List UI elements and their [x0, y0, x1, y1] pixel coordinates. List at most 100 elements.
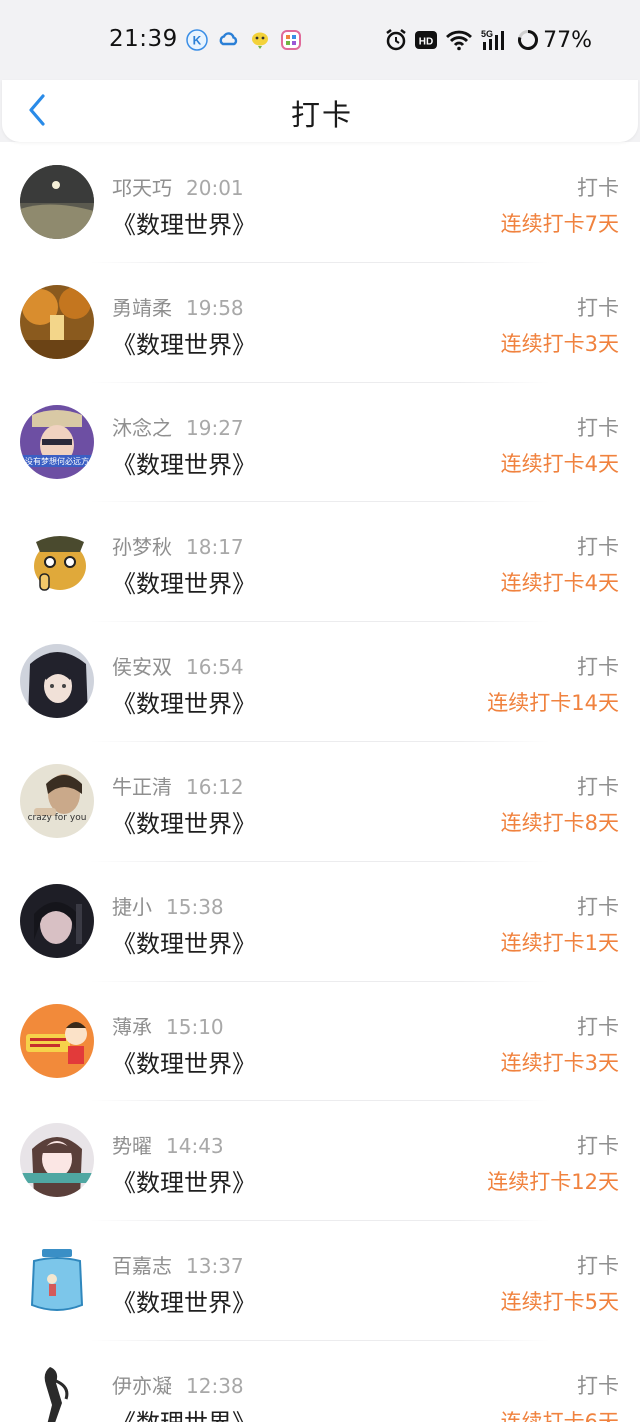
checkin-time: 15:38 — [166, 894, 224, 919]
alarm-icon — [386, 29, 406, 51]
book-title: 《数理世界》 — [112, 211, 256, 239]
user-name[interactable]: 牛正清 — [112, 775, 172, 799]
book-title: 《数理世界》 — [112, 1169, 256, 1198]
checkin-time: 16:54 — [186, 655, 244, 680]
checkin-time: 18:17 — [186, 535, 244, 560]
book-title: 《数理世界》 — [112, 1049, 256, 1078]
user-meta: 牛正清 16:12 — [112, 771, 244, 800]
avatar[interactable] — [20, 1003, 94, 1078]
battery-percent: 77% — [543, 27, 592, 53]
user-meta: 势曜 14:43 — [112, 1130, 224, 1159]
list-item[interactable]: 没有梦想何必远方 沐念之 19:27 《数理世界》 打卡 连续打卡4天 — [0, 383, 640, 503]
streak-label: 连续打卡4天 — [500, 571, 619, 596]
svg-text:5G: 5G — [481, 29, 493, 39]
user-name[interactable]: 势曜 — [112, 1134, 152, 1158]
avatar[interactable] — [20, 524, 94, 599]
user-name[interactable]: 捷小 — [112, 895, 152, 919]
streak-label: 连续打卡14天 — [487, 691, 619, 716]
user-name[interactable]: 沐念之 — [112, 416, 172, 440]
action-label: 打卡 — [577, 1134, 619, 1159]
avatar[interactable] — [20, 284, 94, 359]
user-meta: 伊亦凝 12:38 — [112, 1370, 244, 1399]
wifi-icon — [446, 30, 473, 51]
user-name[interactable]: 伊亦凝 — [112, 1374, 172, 1398]
action-label: 打卡 — [577, 655, 619, 680]
battery-icon — [518, 30, 539, 50]
avatar[interactable]: 没有梦想何必远方 — [20, 404, 94, 479]
action-label: 打卡 — [577, 535, 619, 560]
checkin-time: 20:01 — [186, 176, 244, 200]
list-item[interactable]: 邛天巧 20:01 《数理世界》 打卡 连续打卡7天 — [0, 143, 640, 263]
book-title: 《数理世界》 — [112, 809, 256, 838]
checkin-list: 邛天巧 20:01 《数理世界》 打卡 连续打卡7天 勇靖柔 19:58 《数理世界… — [0, 143, 640, 1422]
list-item[interactable]: 势曜 14:43 《数理世界》 打卡 连续打卡12天 — [0, 1101, 640, 1222]
user-meta: 百嘉志 13:37 — [112, 1250, 244, 1279]
status-bar: 21:39 K HD 5G 77% — [0, 0, 640, 80]
user-meta: 侯安双 16:54 — [112, 651, 244, 680]
list-item[interactable]: 捷小 15:38 《数理世界》 打卡 连续打卡1天 — [0, 862, 640, 982]
checkin-time: 19:27 — [186, 415, 244, 440]
action-label: 打卡 — [577, 774, 619, 799]
avatar[interactable] — [20, 1362, 94, 1422]
list-item[interactable]: 薄承 15:10 《数理世界》 打卡 连续打卡3天 — [0, 982, 640, 1102]
streak-label: 连续打卡3天 — [500, 1050, 619, 1075]
user-meta: 沐念之 19:27 — [112, 412, 244, 441]
action-label: 打卡 — [577, 1014, 619, 1039]
list-item[interactable]: 孙梦秋 18:17 《数理世界》 打卡 连续打卡4天 — [0, 502, 640, 623]
action-label: 打卡 — [577, 1373, 619, 1398]
avatar[interactable] — [20, 165, 94, 239]
checkin-time: 14:43 — [166, 1134, 224, 1159]
avatar[interactable]: crazy for you — [20, 763, 94, 838]
list-item[interactable]: 伊亦凝 12:38 《数理世界》 打卡 连续打卡6天 — [0, 1341, 640, 1422]
user-name[interactable]: 百嘉志 — [112, 1254, 172, 1278]
book-title: 《数理世界》 — [112, 929, 256, 958]
action-label: 打卡 — [577, 894, 619, 919]
checkin-time: 19:58 — [186, 295, 244, 320]
streak-label: 连续打卡12天 — [487, 1170, 619, 1195]
user-meta: 孙梦秋 18:17 — [112, 531, 244, 560]
avatar-caption: 没有梦想何必远方 — [25, 456, 89, 466]
action-label: 打卡 — [577, 176, 619, 200]
streak-label: 连续打卡5天 — [500, 1290, 619, 1315]
svg-text:HD: HD — [419, 37, 433, 48]
checkin-time: 12:38 — [186, 1373, 244, 1398]
streak-label: 连续打卡4天 — [500, 451, 619, 476]
user-name[interactable]: 勇靖柔 — [112, 296, 172, 320]
action-label: 打卡 — [577, 415, 619, 440]
user-name[interactable]: 邛天巧 — [112, 176, 172, 200]
streak-label: 连续打卡6天 — [500, 1409, 619, 1422]
checkin-time: 16:12 — [186, 774, 244, 799]
action-label: 打卡 — [577, 1254, 619, 1279]
svg-text:K: K — [193, 34, 202, 48]
avatar[interactable] — [20, 1243, 94, 1318]
list-item[interactable]: 百嘉志 13:37 《数理世界》 打卡 连续打卡5天 — [0, 1221, 640, 1341]
streak-label: 连续打卡7天 — [500, 212, 619, 236]
puzzle-app-icon — [281, 30, 301, 50]
user-meta: 勇靖柔 19:58 — [112, 292, 244, 321]
avatar[interactable] — [20, 883, 94, 958]
user-meta: 邛天巧 20:01 — [112, 172, 244, 201]
status-time: 21:39 — [109, 26, 178, 52]
book-title: 《数理世界》 — [112, 450, 256, 479]
avatar[interactable] — [20, 1123, 94, 1198]
user-name[interactable]: 薄承 — [112, 1015, 152, 1039]
user-name[interactable]: 侯安双 — [112, 655, 172, 679]
book-title: 《数理世界》 — [112, 690, 256, 719]
streak-label: 连续打卡8天 — [500, 810, 619, 835]
streak-label: 连续打卡1天 — [500, 930, 619, 955]
k-app-icon: K — [186, 29, 208, 51]
header: 打卡 — [0, 80, 640, 142]
list-item[interactable]: crazy for you 牛正清 16:12 《数理世界》 打卡 连续打卡8天 — [0, 742, 640, 862]
checkin-time: 13:37 — [186, 1254, 244, 1279]
status-indicators: HD 5G 77% — [377, 26, 592, 54]
book-title: 《数理世界》 — [112, 1403, 256, 1422]
hd-icon: HD — [415, 31, 438, 49]
user-name[interactable]: 孙梦秋 — [112, 535, 172, 559]
streak-label: 连续打卡3天 — [500, 331, 619, 356]
list-item[interactable]: 勇靖柔 19:58 《数理世界》 打卡 连续打卡3天 — [0, 263, 640, 383]
user-meta: 薄承 15:10 — [112, 1011, 224, 1040]
book-title: 《数理世界》 — [112, 570, 256, 599]
avatar[interactable] — [20, 644, 94, 719]
book-title: 《数理世界》 — [112, 1289, 256, 1318]
list-item[interactable]: 侯安双 16:54 《数理世界》 打卡 连续打卡14天 — [0, 622, 640, 742]
